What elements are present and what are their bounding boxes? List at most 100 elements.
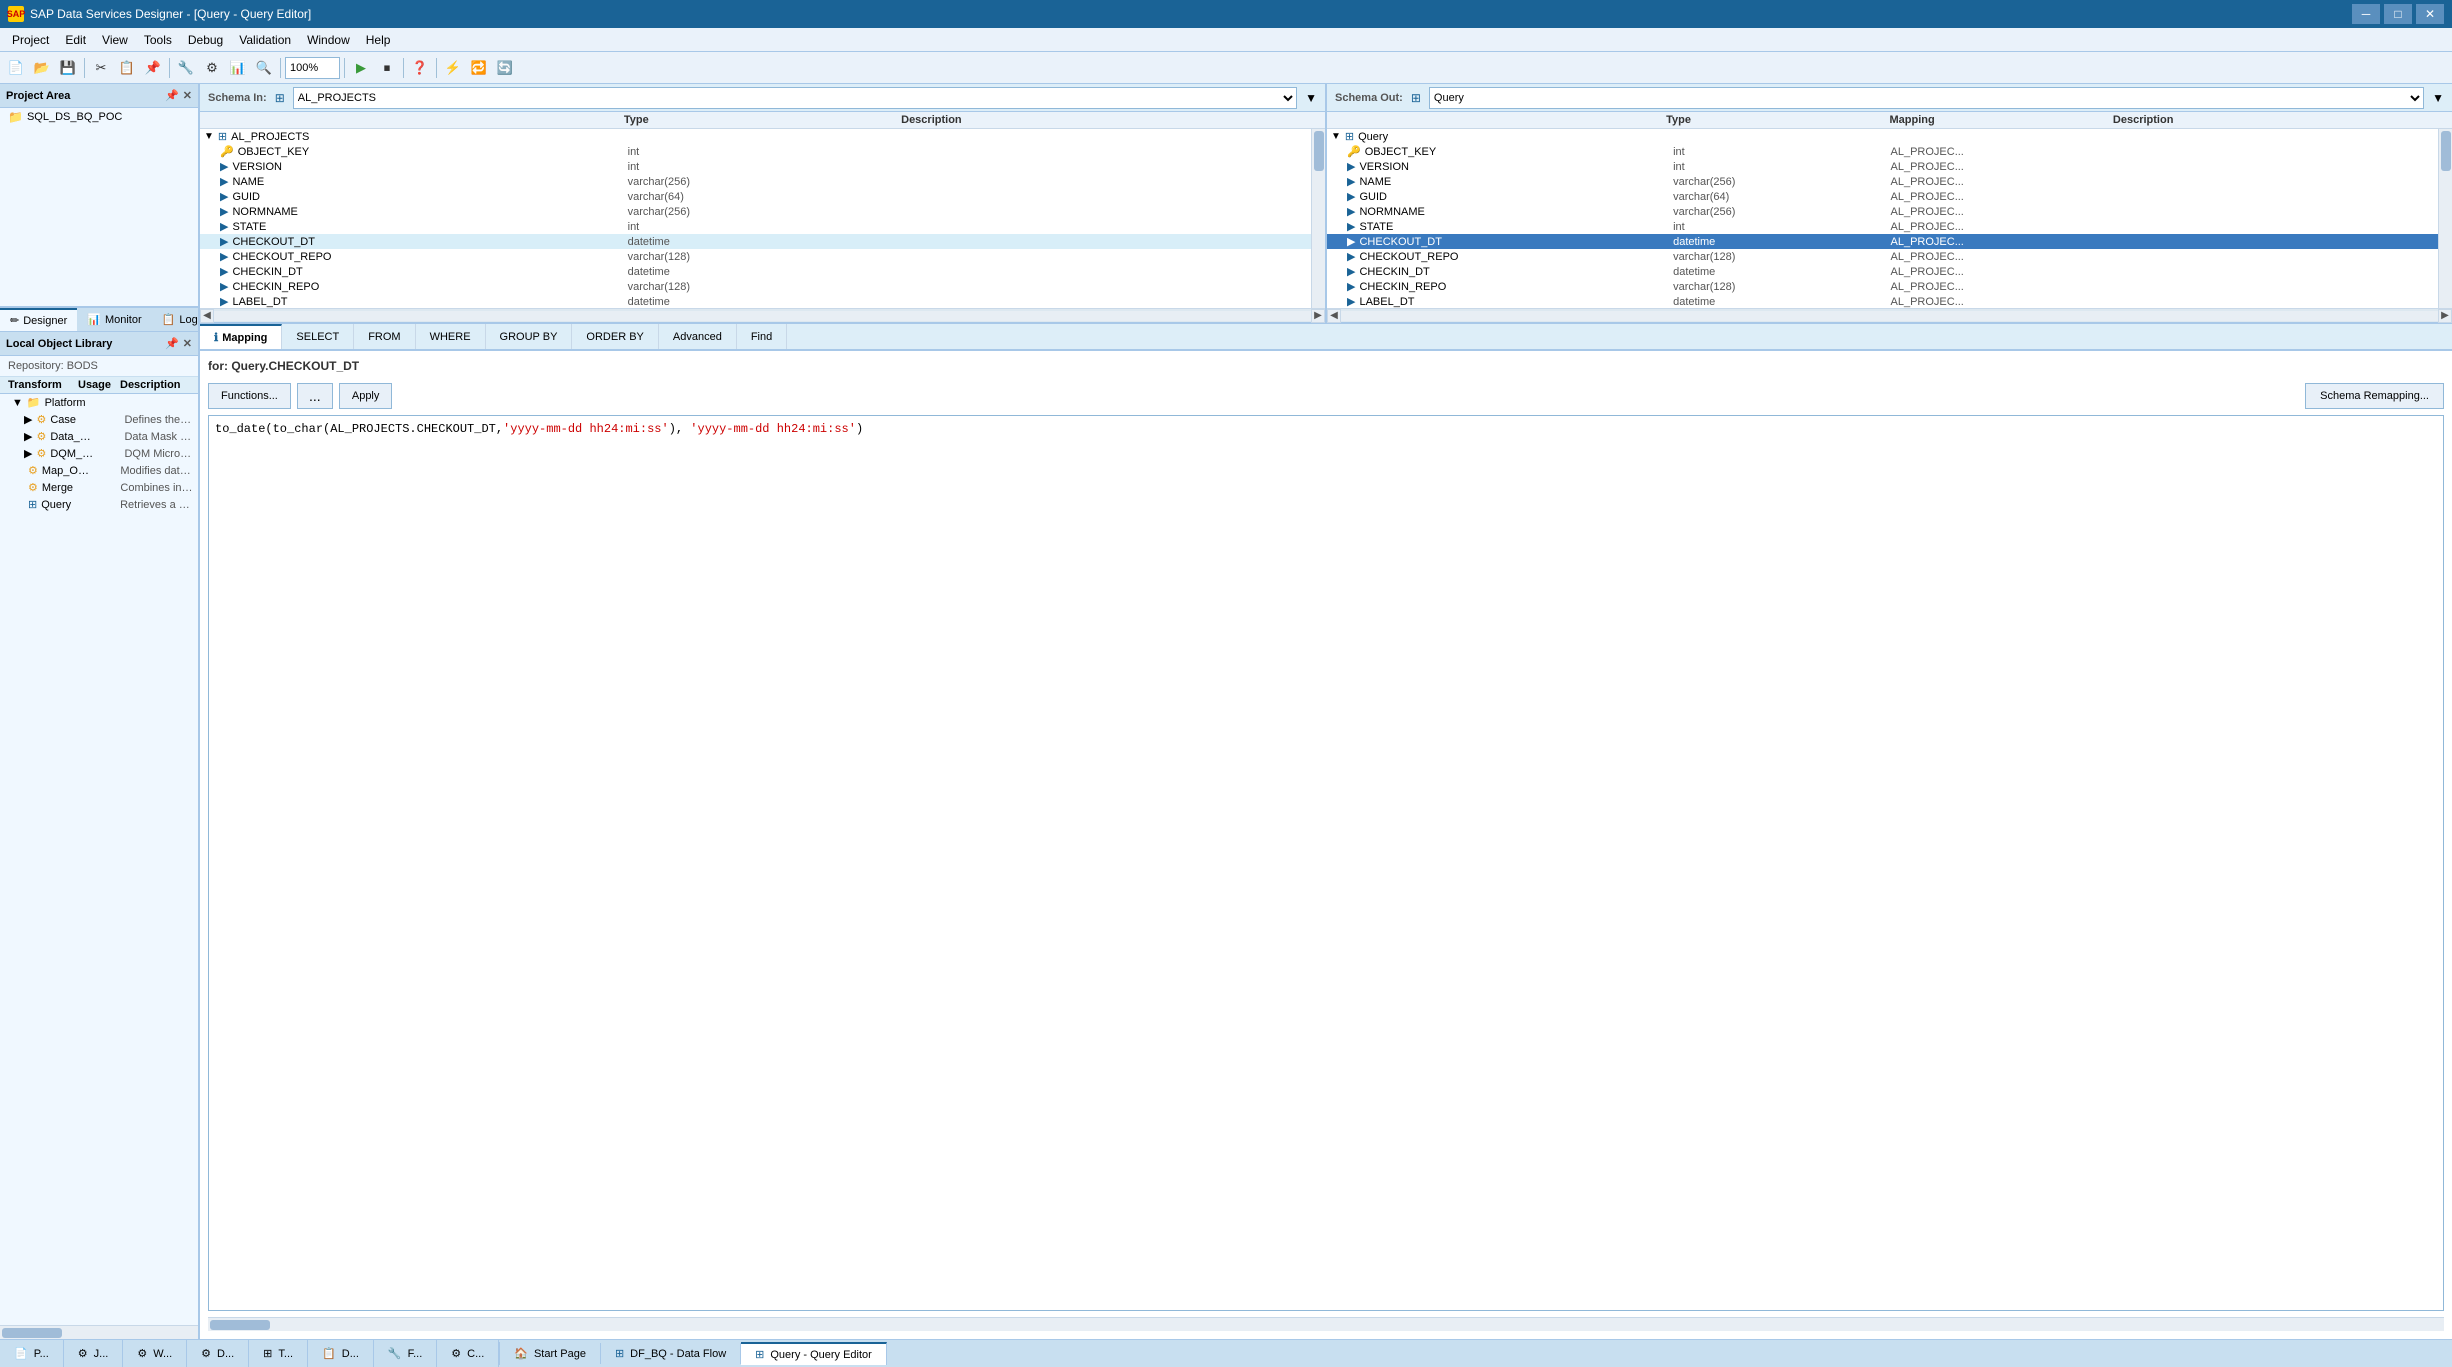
tab-advanced[interactable]: Advanced bbox=[659, 324, 737, 349]
minimize-button[interactable]: ─ bbox=[2352, 4, 2380, 24]
tb-btn4[interactable]: 🔍 bbox=[252, 56, 276, 80]
status-tab-d2[interactable]: 📋 D... bbox=[308, 1340, 374, 1367]
status-tab-t[interactable]: ⊞ T... bbox=[249, 1340, 308, 1367]
tb-run[interactable]: ▶ bbox=[349, 56, 373, 80]
status-tab-query-editor[interactable]: ⊞ Query - Query Editor bbox=[741, 1342, 887, 1365]
tab-where[interactable]: WHERE bbox=[416, 324, 486, 349]
tb-cut[interactable]: ✂ bbox=[89, 56, 113, 80]
menu-project[interactable]: Project bbox=[4, 31, 57, 49]
schema-out-select[interactable]: Query bbox=[1429, 87, 2424, 109]
schema-out-row-3[interactable]: ▶ GUID varchar(64) AL_PROJEC... bbox=[1327, 189, 2438, 204]
schema-in-row-9[interactable]: ▶ CHECKIN_REPO varchar(128) bbox=[200, 279, 1311, 294]
functions-button[interactable]: Functions... bbox=[208, 383, 291, 409]
schema-out-row-6[interactable]: ▶ CHECKOUT_DT datetime AL_PROJEC... bbox=[1327, 234, 2438, 249]
schema-in-row-5[interactable]: ▶ STATE int bbox=[200, 219, 1311, 234]
schema-out-left-arrow[interactable]: ◀ bbox=[1327, 309, 1341, 323]
status-tab-j[interactable]: ⚙ J... bbox=[64, 1340, 124, 1367]
schema-in-left-arrow[interactable]: ◀ bbox=[200, 309, 214, 323]
schema-out-row-5[interactable]: ▶ STATE int AL_PROJEC... bbox=[1327, 219, 2438, 234]
lib-item-datamask[interactable]: ▶ ⚙ Data_Mask Data Mask Base Tr... bbox=[0, 428, 198, 445]
schema-in-row-0[interactable]: 🔑 OBJECT_KEY int bbox=[200, 144, 1311, 159]
schema-in-row-8[interactable]: ▶ CHECKIN_DT datetime bbox=[200, 264, 1311, 279]
schema-out-row-10[interactable]: ▶ LABEL_DT datetime AL_PROJEC... bbox=[1327, 294, 2438, 308]
schema-remapping-button[interactable]: Schema Remapping... bbox=[2305, 383, 2444, 409]
left-panel-hscroll[interactable] bbox=[0, 1325, 198, 1339]
schema-out-row-1[interactable]: ▶ VERSION int AL_PROJEC... bbox=[1327, 159, 2438, 174]
menu-help[interactable]: Help bbox=[358, 31, 399, 49]
status-tab-d[interactable]: ⚙ D... bbox=[187, 1340, 249, 1367]
tab-mapping[interactable]: ℹ Mapping bbox=[200, 324, 282, 349]
code-hscroll[interactable] bbox=[208, 1317, 2444, 1331]
project-tree-item-sql[interactable]: 📁 SQL_DS_BQ_POC bbox=[0, 108, 198, 126]
schema-in-row-2[interactable]: ▶ NAME varchar(256) bbox=[200, 174, 1311, 189]
status-tab-df-bq[interactable]: ⊞ DF_BQ - Data Flow bbox=[601, 1343, 741, 1364]
apply-button[interactable]: Apply bbox=[339, 383, 393, 409]
status-tab-w[interactable]: ⚙ W... bbox=[123, 1340, 187, 1367]
status-tab-f[interactable]: 🔧 F... bbox=[374, 1340, 437, 1367]
tab-select[interactable]: SELECT bbox=[282, 324, 354, 349]
maximize-button[interactable]: □ bbox=[2384, 4, 2412, 24]
schema-out-root[interactable]: ▼ ⊞ Query bbox=[1327, 129, 2438, 144]
dots-button[interactable]: ... bbox=[297, 383, 333, 409]
tab-order-by[interactable]: ORDER BY bbox=[572, 324, 658, 349]
code-hscroll-thumb[interactable] bbox=[210, 1320, 270, 1330]
status-tab-p[interactable]: 📄 P... bbox=[0, 1340, 64, 1367]
schema-in-row-1[interactable]: ▶ VERSION int bbox=[200, 159, 1311, 174]
menu-view[interactable]: View bbox=[94, 31, 136, 49]
tab-monitor[interactable]: 📊 Monitor bbox=[77, 308, 151, 331]
lib-item-merge[interactable]: ⚙ Merge Combines incom... bbox=[0, 479, 198, 496]
menu-debug[interactable]: Debug bbox=[180, 31, 231, 49]
tb-btn1[interactable]: 🔧 bbox=[174, 56, 198, 80]
schema-in-row-6[interactable]: ▶ CHECKOUT_DT datetime bbox=[200, 234, 1311, 249]
tb-extra1[interactable]: ⚡ bbox=[441, 56, 465, 80]
schema-in-hscroll-track[interactable] bbox=[214, 311, 1311, 321]
menu-validation[interactable]: Validation bbox=[231, 31, 299, 49]
schema-out-row-0[interactable]: 🔑 OBJECT_KEY int AL_PROJEC... bbox=[1327, 144, 2438, 159]
tab-from[interactable]: FROM bbox=[354, 324, 415, 349]
tb-new[interactable]: 📄 bbox=[4, 56, 28, 80]
schema-in-row-7[interactable]: ▶ CHECKOUT_REPO varchar(128) bbox=[200, 249, 1311, 264]
project-area-pin[interactable]: 📌 bbox=[165, 89, 179, 102]
status-tab-start[interactable]: 🏠 Start Page bbox=[500, 1343, 601, 1364]
tb-btn3[interactable]: 📊 bbox=[226, 56, 250, 80]
menu-tools[interactable]: Tools bbox=[136, 31, 180, 49]
tb-btn2[interactable]: ⚙ bbox=[200, 56, 224, 80]
tab-find[interactable]: Find bbox=[737, 324, 787, 349]
schema-in-select[interactable]: AL_PROJECTS bbox=[293, 87, 1297, 109]
close-button[interactable]: ✕ bbox=[2416, 4, 2444, 24]
tb-extra2[interactable]: 🔁 bbox=[467, 56, 491, 80]
schema-out-right-arrow[interactable]: ▶ bbox=[2438, 309, 2452, 323]
local-lib-pin[interactable]: 📌 bbox=[165, 337, 179, 350]
schema-in-row-4[interactable]: ▶ NORMNAME varchar(256) bbox=[200, 204, 1311, 219]
code-editor[interactable]: to_date(to_char(AL_PROJECTS.CHECKOUT_DT,… bbox=[208, 415, 2444, 1311]
zoom-input[interactable] bbox=[285, 57, 340, 79]
menu-window[interactable]: Window bbox=[299, 31, 358, 49]
tb-extra3[interactable]: 🔄 bbox=[493, 56, 517, 80]
schema-in-root[interactable]: ▼ ⊞ AL_PROJECTS bbox=[200, 129, 1311, 144]
tb-paste[interactable]: 📌 bbox=[141, 56, 165, 80]
menu-edit[interactable]: Edit bbox=[57, 31, 94, 49]
tb-open[interactable]: 📂 bbox=[30, 56, 54, 80]
left-hscroll-thumb[interactable] bbox=[2, 1328, 62, 1338]
lib-item-mapop[interactable]: ⚙ Map_Operation Modifies data bas... bbox=[0, 462, 198, 479]
tb-stop[interactable]: ⏹ bbox=[375, 56, 399, 80]
schema-out-hscroll-track[interactable] bbox=[1341, 311, 2438, 321]
schema-in-vscroll-thumb[interactable] bbox=[1314, 131, 1324, 171]
schema-in-right-arrow[interactable]: ▶ bbox=[1311, 309, 1325, 323]
tb-save[interactable]: 💾 bbox=[56, 56, 80, 80]
lib-item-dqm[interactable]: ▶ ⚙ DQM_Microser... DQM Microservic... bbox=[0, 445, 198, 462]
lib-item-case[interactable]: ▶ ⚙ Case Defines the proce... bbox=[0, 411, 198, 428]
schema-out-vscroll-thumb[interactable] bbox=[2441, 131, 2451, 171]
schema-out-row-7[interactable]: ▶ CHECKOUT_REPO varchar(128) AL_PROJEC..… bbox=[1327, 249, 2438, 264]
lib-item-query[interactable]: ⊞ Query Retrieves a data se... bbox=[0, 496, 198, 513]
tab-group-by[interactable]: GROUP BY bbox=[486, 324, 573, 349]
local-lib-close[interactable]: ✕ bbox=[183, 337, 192, 350]
project-area-close[interactable]: ✕ bbox=[183, 89, 192, 102]
schema-in-row-10[interactable]: ▶ LABEL_DT datetime bbox=[200, 294, 1311, 308]
tb-copy[interactable]: 📋 bbox=[115, 56, 139, 80]
tab-designer[interactable]: ✏ Designer bbox=[0, 308, 77, 331]
status-tab-c[interactable]: ⚙ C... bbox=[437, 1340, 499, 1367]
schema-out-row-2[interactable]: ▶ NAME varchar(256) AL_PROJEC... bbox=[1327, 174, 2438, 189]
lib-item-platform[interactable]: ▼ 📁 Platform bbox=[0, 394, 198, 411]
schema-out-row-8[interactable]: ▶ CHECKIN_DT datetime AL_PROJEC... bbox=[1327, 264, 2438, 279]
